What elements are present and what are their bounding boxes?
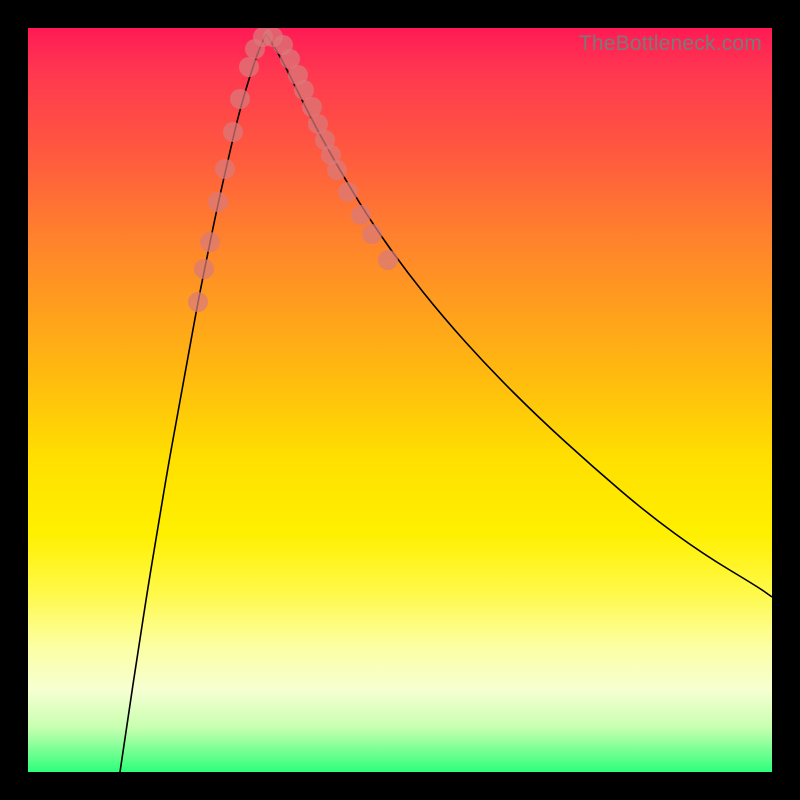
marker-point (208, 192, 228, 212)
marker-point (188, 292, 208, 312)
curve-right-branch (266, 34, 772, 597)
marker-point (223, 122, 243, 142)
data-markers (188, 28, 398, 312)
marker-point (294, 80, 314, 100)
curve-left-branch (120, 34, 266, 772)
marker-point (239, 57, 259, 77)
marker-point (200, 232, 220, 252)
marker-point (215, 159, 235, 179)
curve-lines (120, 34, 772, 772)
marker-point (327, 160, 347, 180)
marker-point (338, 182, 358, 202)
marker-point (378, 250, 398, 270)
marker-point (362, 224, 382, 244)
marker-point (194, 259, 214, 279)
plot-area: TheBottleneck.com (28, 28, 772, 772)
chart-svg (28, 28, 772, 772)
marker-point (230, 89, 250, 109)
chart-frame: TheBottleneck.com (0, 0, 800, 800)
marker-point (302, 97, 322, 117)
marker-point (351, 205, 371, 225)
